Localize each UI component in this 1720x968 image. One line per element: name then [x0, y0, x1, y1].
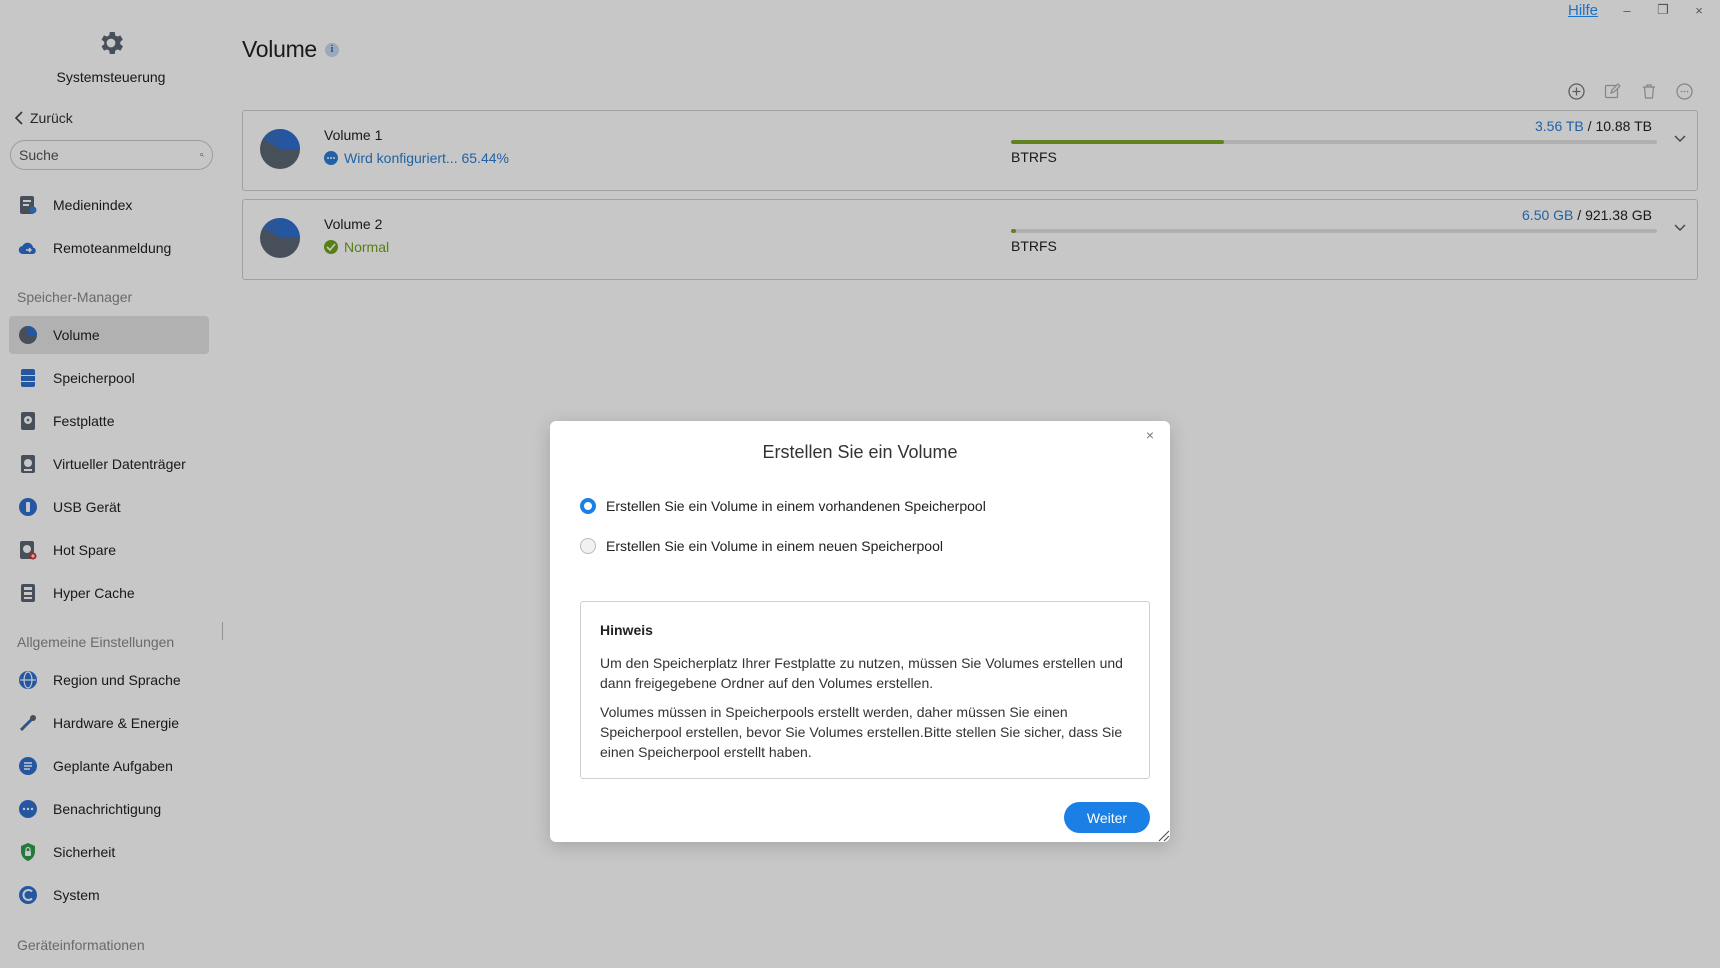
radio-new-pool[interactable] — [580, 538, 596, 554]
next-button[interactable]: Weiter — [1064, 802, 1150, 833]
option-existing-label: Erstellen Sie ein Volume in einem vorhan… — [606, 498, 986, 514]
minimize-icon[interactable]: – — [1620, 3, 1634, 18]
note-paragraph: Volumes müssen in Speicherpools erstellt… — [600, 704, 1123, 760]
note-paragraph: Um den Speicherplatz Ihrer Festplatte zu… — [600, 655, 1123, 691]
note-box: Hinweis Um den Speicherplatz Ihrer Festp… — [580, 601, 1150, 779]
resize-grip-icon[interactable] — [1156, 828, 1170, 842]
close-window-icon[interactable]: × — [1692, 3, 1706, 18]
dialog-close-icon[interactable]: × — [1142, 427, 1158, 443]
restore-icon[interactable]: ❐ — [1656, 2, 1670, 18]
window-controls: Hilfe – ❐ × — [1568, 0, 1720, 20]
help-link[interactable]: Hilfe — [1568, 2, 1598, 19]
create-volume-dialog: Erstellen Sie ein Volume × Erstellen Sie… — [550, 421, 1170, 842]
option-new-label: Erstellen Sie ein Volume in einem neuen … — [606, 538, 943, 554]
option-new-pool[interactable]: Erstellen Sie ein Volume in einem neuen … — [580, 538, 943, 554]
option-existing-pool[interactable]: Erstellen Sie ein Volume in einem vorhan… — [580, 498, 986, 514]
note-title: Hinweis — [600, 622, 653, 638]
dialog-title: Erstellen Sie ein Volume — [762, 442, 958, 462]
radio-existing-pool[interactable] — [580, 498, 596, 514]
